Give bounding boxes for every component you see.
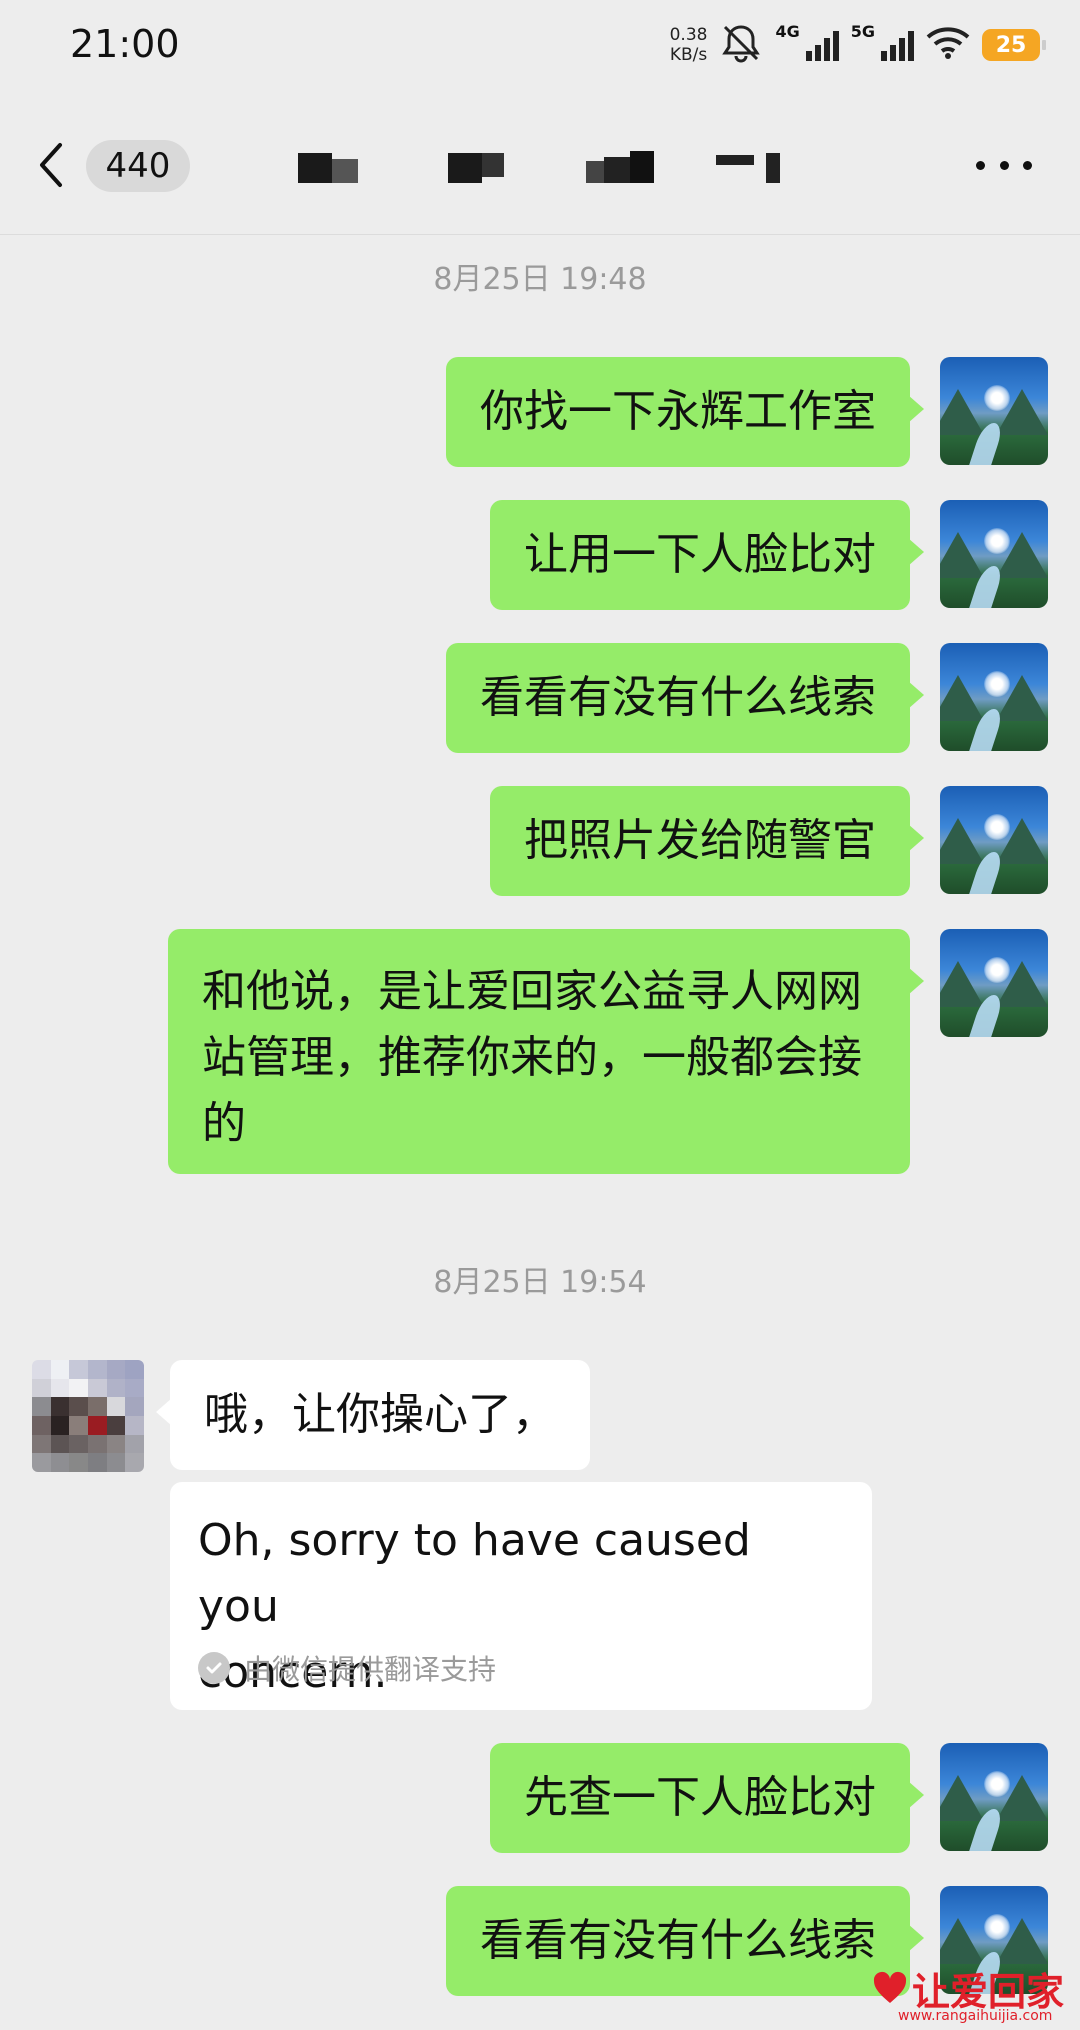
network-speed: 0.38 KB/s — [670, 25, 708, 65]
my-avatar[interactable] — [940, 643, 1048, 751]
unread-count: 440 — [105, 146, 171, 186]
outgoing-message[interactable]: 把照片发给随警官 — [490, 786, 924, 896]
unread-count-badge[interactable]: 440 — [86, 140, 190, 192]
signal-4g-icon — [805, 29, 839, 61]
check-icon — [198, 1652, 230, 1684]
outgoing-message[interactable]: 看看有没有什么线索 — [446, 1886, 924, 1996]
signal-5g-label: 5G — [850, 21, 875, 41]
message-text: 把照片发给随警官 — [524, 815, 876, 866]
status-icons: 0.38 KB/s 4G 5G 25 — [670, 20, 1046, 70]
translation-line: Oh, sorry to have caused you — [198, 1515, 751, 1632]
more-dots-icon — [976, 160, 985, 170]
message-text: 先查一下人脸比对 — [524, 1772, 876, 1823]
my-avatar[interactable] — [940, 1743, 1048, 1851]
watermark-url: www.rangaihuijia.com — [898, 2008, 1053, 2024]
my-avatar[interactable] — [940, 357, 1048, 465]
status-time: 21:00 — [70, 22, 180, 66]
message-text-line: 的 — [202, 1098, 246, 1149]
message-text: 你找一下永辉工作室 — [480, 386, 876, 437]
timestamp: 8月25日 19:54 — [433, 1265, 647, 1300]
message-text: 看看有没有什么线索 — [480, 672, 876, 723]
outgoing-message[interactable]: 让用一下人脸比对 — [490, 500, 924, 610]
translation-note: 由微信提供翻译支持 — [244, 1653, 497, 1686]
translation-card[interactable]: Oh, sorry to have caused you concern. 由微… — [170, 1482, 872, 1710]
chat-header: 440 — [0, 95, 1080, 235]
outgoing-message[interactable]: 你找一下永辉工作室 — [446, 357, 924, 467]
message-text: 看看有没有什么线索 — [480, 1915, 876, 1966]
heart-icon — [873, 1971, 907, 2003]
signal-5g-icon — [881, 29, 914, 61]
my-avatar[interactable] — [940, 786, 1048, 894]
back-button[interactable] — [36, 135, 76, 195]
watermark: 让爱回家 www.rangaihuijia.com — [872, 1968, 1072, 2024]
net-speed-value: 0.38 — [669, 25, 708, 45]
back-chevron-icon — [40, 143, 62, 187]
my-avatar[interactable] — [940, 500, 1048, 608]
signal-4g-label: 4G — [775, 21, 800, 41]
message-text: 让用一下人脸比对 — [524, 529, 876, 580]
battery-level: 25 — [995, 32, 1027, 58]
mute-icon — [719, 23, 763, 67]
watermark-logo: 让爱回家 — [872, 1968, 1072, 2014]
outgoing-message[interactable]: 先查一下人脸比对 — [490, 1743, 924, 1853]
message-text-line: 和他说，是让爱回家公益寻人网网 — [202, 966, 862, 1017]
contact-avatar[interactable] — [32, 1360, 144, 1472]
translation-footer: 由微信提供翻译支持 — [198, 1648, 496, 1688]
status-bar: 21:00 0.38 KB/s 4G 5G 25 — [0, 0, 1080, 95]
timestamp: 8月25日 19:48 — [433, 262, 647, 297]
outgoing-message-long[interactable]: 和他说，是让爱回家公益寻人网网 站管理，推荐你来的，一般都会接 的 — [168, 929, 924, 1174]
incoming-message[interactable]: 哦，让你操心了， — [156, 1360, 590, 1470]
outgoing-message[interactable]: 看看有没有什么线索 — [446, 643, 924, 753]
net-speed-unit: KB/s — [669, 45, 708, 65]
message-text-line: 站管理，推荐你来的，一般都会接 — [202, 1032, 862, 1083]
battery-icon: 25 — [982, 29, 1046, 61]
message-text: 哦，让你操心了， — [204, 1389, 556, 1440]
my-avatar[interactable] — [940, 929, 1048, 1037]
wifi-icon — [926, 26, 970, 64]
more-options-button[interactable] — [976, 150, 1032, 180]
chat-title[interactable] — [290, 147, 850, 187]
